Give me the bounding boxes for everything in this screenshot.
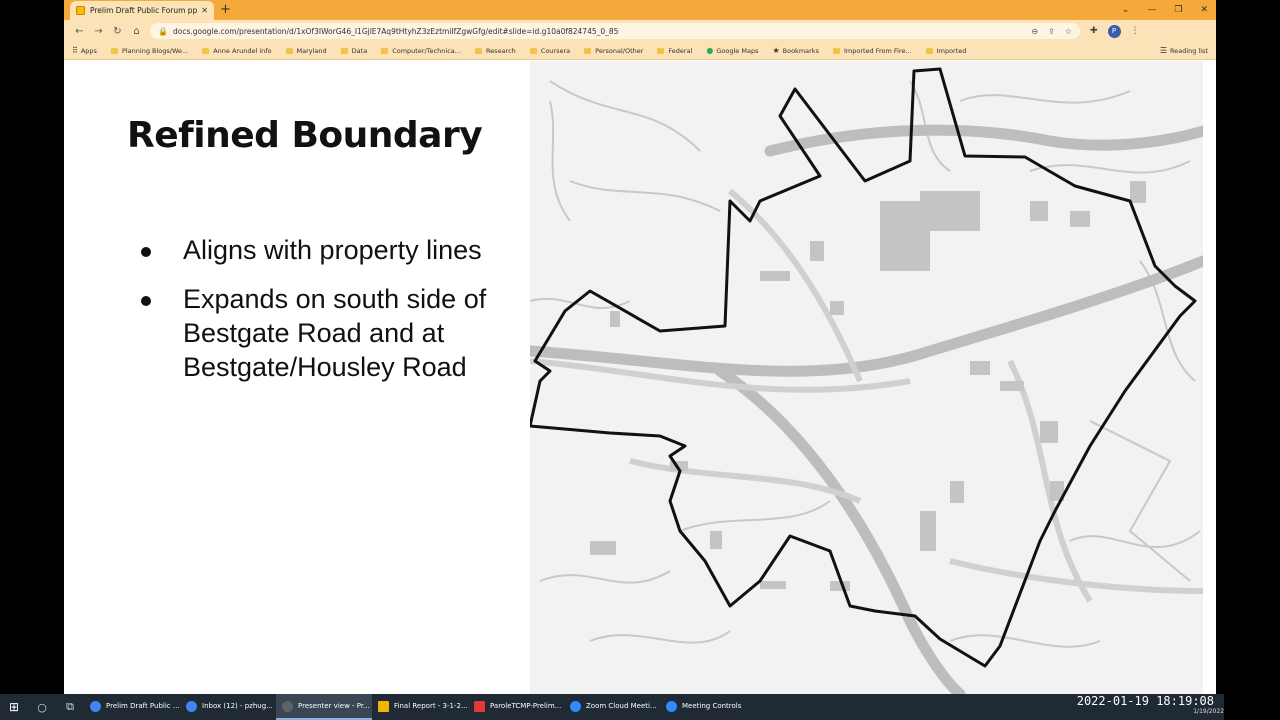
zoom-icon (666, 700, 677, 712)
taskbar-app[interactable]: ParoleTCMP-Prelim... (468, 694, 564, 720)
search-icon[interactable]: ○ (28, 701, 56, 714)
taskbar-app[interactable]: Presenter view - Pr... (276, 694, 372, 720)
slide: Refined Boundary Aligns with property li… (77, 61, 1203, 694)
bullet-icon (141, 247, 151, 257)
bookmark-item[interactable]: Coursera (529, 47, 570, 55)
star-icon: ★ (772, 46, 780, 55)
bookmarks-bar: ⠿ Apps Planning Blogs/We... Anne Arundel … (64, 42, 1216, 60)
folder-icon (832, 47, 840, 54)
home-button[interactable]: ⌂ (127, 26, 146, 37)
bookmark-item[interactable]: Research (474, 47, 516, 55)
bookmark-item[interactable]: Personal/Other (584, 47, 643, 55)
folder-icon (110, 47, 118, 54)
taskbar: ⊞ ○ ⧉ Prelim Draft Public ... Inbox (12)… (0, 694, 1280, 720)
bookmark-item[interactable]: Data (340, 47, 367, 55)
forward-button[interactable]: → (89, 26, 108, 37)
document-icon (378, 700, 389, 712)
reading-list-button[interactable]: ☰ Reading list (1160, 46, 1208, 55)
tab-title: Prelim Draft Public Forum ppt - G (90, 6, 198, 15)
pdf-icon (474, 700, 485, 712)
star-icon[interactable]: ☆ (1065, 27, 1072, 36)
bookmark-item[interactable]: Imported (925, 47, 966, 55)
presenter-icon (282, 700, 293, 712)
bullet-text: Expands on south side of Bestgate Road a… (183, 284, 487, 382)
taskbar-app[interactable]: Final Report - 3-1-2... (372, 694, 468, 720)
new-tab-button[interactable]: + (220, 2, 231, 18)
list-item: Expands on south side of Bestgate Road a… (137, 282, 537, 384)
reload-button[interactable]: ↻ (108, 26, 127, 37)
browser-toolbar: ← → ↻ ⌂ 🔒 docs.google.com/presentation/d… (64, 20, 1216, 42)
tab-active[interactable]: Prelim Draft Public Forum ppt - G ✕ (70, 1, 214, 20)
taskbar-app[interactable]: Prelim Draft Public ... (84, 694, 180, 720)
bullet-icon (141, 296, 151, 306)
bullet-text: Aligns with property lines (183, 235, 482, 265)
bookmark-item[interactable]: Anne Arundel info (202, 47, 272, 55)
reading-list-icon: ☰ (1159, 46, 1167, 55)
folder-icon (381, 47, 389, 54)
folder-icon (285, 47, 293, 54)
chevron-down-icon[interactable]: ⌄ (1122, 2, 1130, 18)
url-text: docs.google.com/presentation/d/1xOf3IWor… (172, 26, 619, 36)
map-pin-icon: ● (706, 46, 714, 55)
folder-icon (340, 47, 348, 54)
extensions-icon[interactable]: ✚ (1090, 26, 1098, 36)
folder-icon (529, 47, 537, 54)
taskbar-app[interactable]: Inbox (12) - pzhug... (180, 694, 276, 720)
taskbar-app[interactable]: Meeting Controls (660, 694, 756, 720)
map-image (530, 61, 1203, 694)
bookmark-item[interactable]: Imported From Fire... (832, 47, 912, 55)
taskbar-edge (1224, 694, 1280, 720)
slide-title: Refined Boundary (127, 115, 483, 156)
slides-favicon-icon (76, 6, 85, 15)
bookmark-item[interactable]: Computer/Technica... (381, 47, 461, 55)
folder-icon (925, 47, 933, 54)
tab-strip: Prelim Draft Public Forum ppt - G ✕ + ⌄ … (64, 0, 1216, 20)
bookmark-apps[interactable]: ⠿ Apps (72, 46, 97, 55)
close-window-button[interactable]: ✕ (1200, 2, 1208, 18)
bookmark-item[interactable]: ● Google Maps (706, 46, 758, 55)
task-view-icon[interactable]: ⧉ (56, 700, 84, 714)
chrome-icon (90, 700, 101, 712)
boundary-map (530, 61, 1203, 694)
taskbar-date: 1/19/2022 (1193, 708, 1224, 715)
address-bar[interactable]: 🔒 docs.google.com/presentation/d/1xOf3IW… (150, 23, 1080, 39)
folder-icon (657, 47, 665, 54)
bookmark-item[interactable]: Maryland (285, 47, 327, 55)
avatar[interactable]: P (1107, 24, 1121, 38)
minimize-button[interactable]: — (1147, 2, 1156, 18)
close-icon[interactable]: ✕ (201, 6, 208, 15)
zoom-icon[interactable]: ⊖ (1031, 27, 1038, 36)
bookmark-item[interactable]: Federal (657, 47, 692, 55)
apps-grid-icon: ⠿ (72, 46, 78, 55)
maximize-button[interactable]: ❐ (1174, 2, 1182, 18)
recording-timestamp: 2022-01-19 18:19:08 (1076, 694, 1214, 708)
bookmark-item[interactable]: ★ Bookmarks (772, 46, 819, 55)
bookmark-item[interactable]: Planning Blogs/We... (110, 47, 188, 55)
share-icon[interactable]: ⇪ (1048, 27, 1055, 36)
back-button[interactable]: ← (70, 26, 89, 37)
bullet-list: Aligns with property lines Expands on so… (137, 233, 537, 399)
menu-icon[interactable]: ⋮ (1131, 26, 1140, 36)
list-item: Aligns with property lines (137, 233, 537, 267)
taskbar-app[interactable]: Zoom Cloud Meeti... (564, 694, 660, 720)
folder-icon (474, 47, 482, 54)
folder-icon (202, 47, 210, 54)
zoom-icon (570, 700, 581, 712)
windows-start-icon[interactable]: ⊞ (0, 700, 28, 714)
folder-icon (584, 47, 592, 54)
chrome-icon (186, 700, 197, 712)
browser-window: Prelim Draft Public Forum ppt - G ✕ + ⌄ … (64, 0, 1216, 694)
lock-icon: 🔒 (158, 26, 168, 36)
